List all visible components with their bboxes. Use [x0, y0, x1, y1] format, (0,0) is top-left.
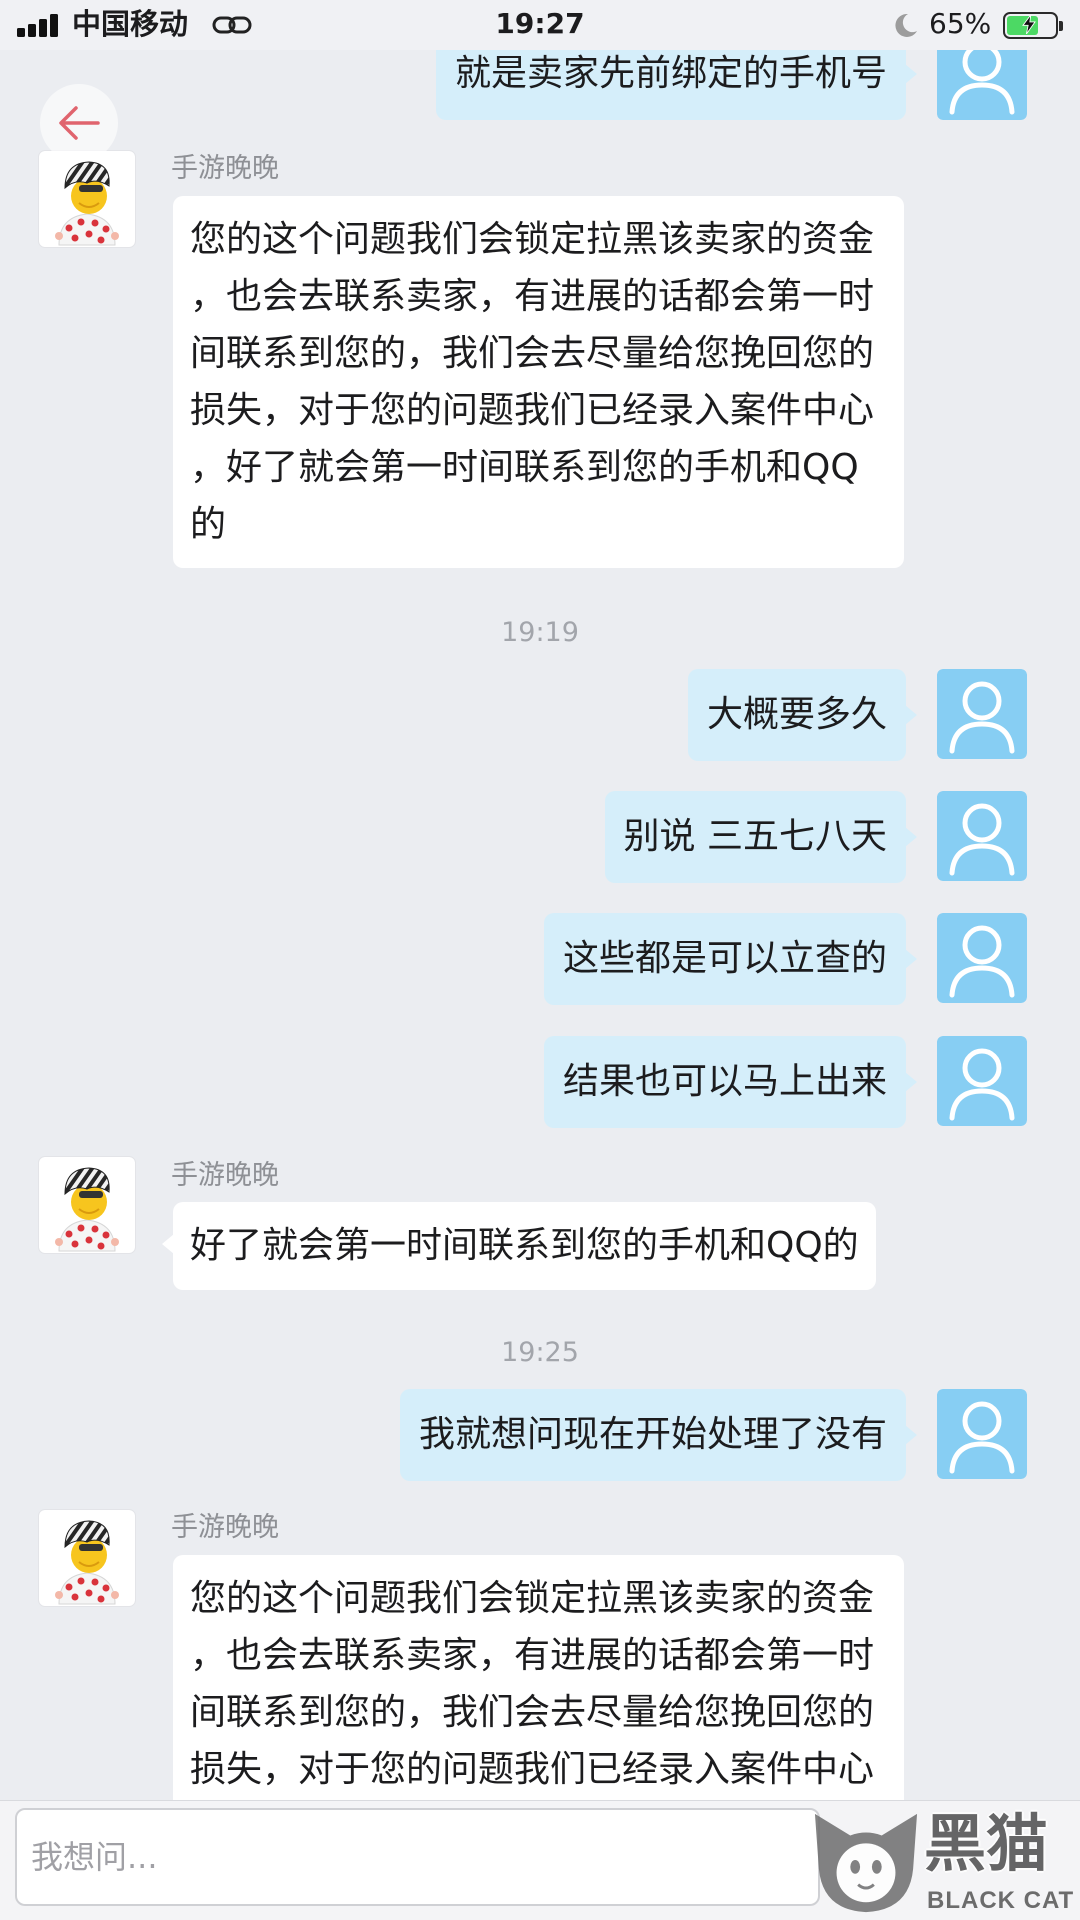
outgoing-message-bubble: 别说 三五七八天 [604, 791, 918, 883]
watermark-brand-cn: 黑猫 [924, 1807, 1049, 1880]
battery-charging-icon [1003, 12, 1058, 39]
moon-icon [893, 12, 919, 38]
message-line: 的 [190, 504, 227, 545]
status-bar: 中国移动 19:27 65% [0, 0, 1080, 50]
battery-percentage: 65% [929, 7, 992, 40]
user-silhouette-icon [937, 1389, 1027, 1479]
signal-bar [50, 14, 58, 37]
message-line: 您的这个问题我们会锁定拉黑该卖家的资金 [190, 219, 875, 260]
cat-head-icon [806, 1808, 926, 1916]
sender-name: 手游晚晚 [171, 1160, 279, 1191]
carrier-name: 中国移动 [72, 7, 189, 41]
back-button[interactable] [40, 84, 118, 162]
message-input[interactable] [15, 1808, 820, 1906]
message-line: 损失，对于您的问题我们已经录入案件中心 [190, 390, 875, 431]
incoming-message-bubble: 您的这个问题我们会锁定拉黑该卖家的资金 ，也会去联系卖家，有进展的话都会第一时 … [173, 196, 904, 568]
message-line: ，也会去联系卖家，有进展的话都会第一时 [190, 276, 875, 317]
outgoing-message-bubble: 这些都是可以立查的 [543, 913, 918, 1005]
service-avatar[interactable] [39, 151, 135, 247]
message-line: 您的这个问题我们会锁定拉黑该卖家的资金 [190, 1578, 875, 1619]
cartoon-avatar-icon [39, 1510, 135, 1606]
service-avatar[interactable] [39, 1157, 135, 1253]
status-time: 19:27 [495, 7, 585, 40]
signal-bar [39, 19, 47, 37]
my-avatar[interactable] [937, 791, 1027, 881]
message-line: 间联系到您的，我们会去尽量给您挽回您的 [190, 333, 875, 374]
sender-name: 手游晚晚 [171, 153, 279, 184]
cartoon-avatar-icon [39, 151, 135, 247]
chat-timestamp: 19:19 [501, 617, 579, 648]
cartoon-avatar-icon [39, 1157, 135, 1253]
my-avatar[interactable] [937, 1036, 1027, 1126]
bolt-icon [1022, 15, 1036, 34]
user-silhouette-icon [937, 791, 1027, 881]
watermark-brand-en: BLACK CAT [927, 1887, 1075, 1914]
message-line: 间联系到您的，我们会去尽量给您挽回您的 [190, 1692, 875, 1733]
outgoing-message-bubble: 大概要多久 [687, 669, 918, 761]
outgoing-message-bubble: 结果也可以马上出来 [543, 1036, 918, 1128]
signal-bars-icon [17, 13, 61, 37]
user-silhouette-icon [937, 913, 1027, 1003]
message-line: 损失，对于您的问题我们已经录入案件中心 [190, 1749, 875, 1790]
incoming-message-bubble: 好了就会第一时间联系到您的手机和QQ的 [162, 1202, 876, 1290]
watermark: 黑猫 BLACK CAT [806, 1804, 1078, 1918]
message-line: ，也会去联系卖家，有进展的话都会第一时 [190, 1635, 875, 1676]
sender-name: 手游晚晚 [171, 1512, 279, 1543]
message-line: ，好了就会第一时间联系到您的手机和QQ [190, 447, 859, 488]
back-arrow-icon [59, 106, 100, 140]
signal-bar [17, 28, 25, 37]
user-silhouette-icon [937, 1036, 1027, 1126]
hotspot-link-icon [212, 12, 252, 38]
my-avatar[interactable] [937, 669, 1027, 759]
my-avatar[interactable] [937, 1389, 1027, 1479]
my-avatar[interactable] [937, 913, 1027, 1003]
signal-bar [28, 24, 36, 37]
outgoing-message-bubble: 我就想问现在开始处理了没有 [399, 1389, 918, 1481]
user-silhouette-icon [937, 669, 1027, 759]
service-avatar[interactable] [39, 1510, 135, 1606]
battery-cap [1059, 21, 1063, 31]
chat-timestamp: 19:25 [501, 1337, 579, 1368]
